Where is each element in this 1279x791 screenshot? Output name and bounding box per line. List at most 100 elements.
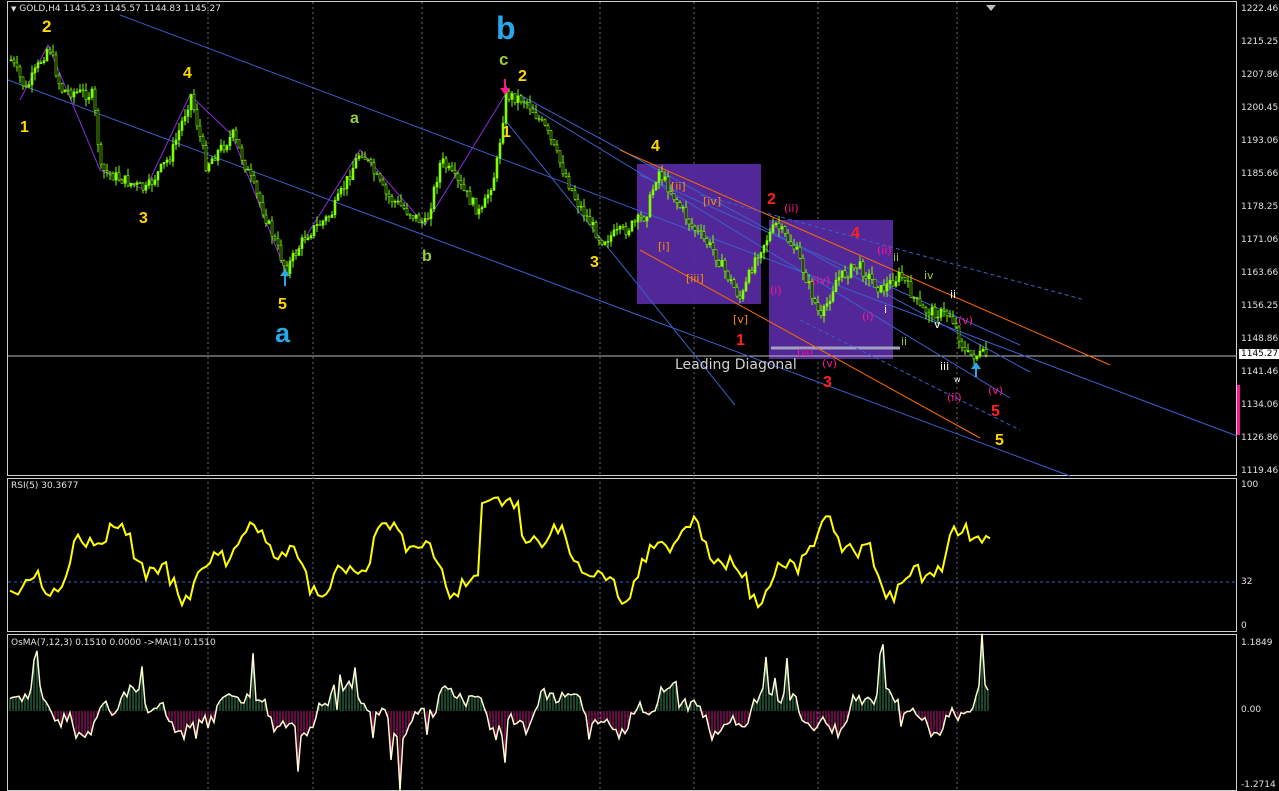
candle-body (183, 116, 187, 122)
candle-body (777, 222, 781, 230)
candle-body (450, 165, 454, 171)
triangle-down-icon[interactable]: ▼ (11, 5, 16, 13)
candle-body (135, 182, 139, 185)
subwave-label: (i) (770, 284, 782, 297)
candle-body (720, 259, 724, 267)
candle-body (75, 91, 79, 94)
candle-body (483, 197, 487, 208)
candle-body (708, 242, 712, 245)
candle-body (120, 179, 124, 184)
rsi-tick: 32 (1241, 577, 1253, 587)
candle-body (747, 270, 751, 283)
wave-label-b-small: b (422, 248, 432, 265)
candle-body (411, 215, 415, 219)
subwave-label: [iii] (686, 272, 704, 285)
candle-body (870, 273, 874, 280)
candle-body (408, 213, 412, 217)
candle-body (459, 180, 463, 185)
candle-body (702, 231, 706, 239)
candle-body (771, 224, 775, 233)
candle-body (666, 176, 670, 193)
candle-body (102, 163, 106, 171)
candle-body (399, 200, 403, 207)
candle-body (801, 257, 805, 273)
candle-body (342, 188, 346, 190)
candle-body (258, 192, 262, 203)
candle-body (933, 306, 937, 319)
candle-body (537, 118, 541, 120)
candle-body (252, 175, 256, 183)
candle-body (540, 118, 544, 121)
candle-body (816, 302, 820, 312)
price-tick: 1185.66 (1241, 169, 1279, 179)
candle-body (852, 264, 856, 269)
candle-body (843, 270, 847, 278)
candle-body (156, 171, 160, 181)
candle-body (522, 101, 526, 104)
candle-body (300, 237, 304, 249)
candle-body (225, 145, 229, 151)
price-tick: 1134.06 (1241, 400, 1279, 410)
candle-body (498, 142, 502, 159)
osma-tick: -1.2714 (1241, 780, 1276, 790)
subwave-label: [iv] (703, 195, 722, 208)
wave-label-r5: 5 (991, 403, 1000, 420)
candle-body (630, 220, 634, 232)
candle-body (264, 214, 268, 224)
candle-body (321, 220, 325, 226)
wave-label-a-small: a (350, 110, 359, 127)
candle-body (9, 59, 13, 62)
candle-body (216, 150, 220, 161)
rsi-tick: 100 (1241, 480, 1259, 490)
subwave-label: [v] (733, 313, 749, 326)
candle-body (525, 101, 529, 104)
candle-body (834, 279, 838, 292)
candle-body (945, 310, 949, 317)
candle-body (618, 226, 622, 230)
candle-body (267, 220, 271, 224)
candle-body (471, 197, 475, 205)
candle-body (672, 193, 676, 201)
candle-body (951, 316, 955, 324)
candle-body (864, 275, 868, 279)
candle-body (219, 144, 223, 151)
candle-body (213, 158, 217, 161)
candle-body (789, 241, 793, 246)
subwave-label: iv (924, 269, 934, 282)
candle-body (168, 159, 172, 162)
candle-body (246, 168, 250, 171)
candle-body (372, 162, 376, 175)
candle-body (159, 163, 163, 172)
wave-label-4: 4 (183, 65, 192, 82)
candle-body (756, 257, 760, 260)
candle-body (63, 89, 67, 93)
candle-body (291, 252, 295, 262)
candle-body (600, 239, 604, 245)
candle-body (804, 272, 808, 283)
candle-body (405, 208, 409, 215)
candle-body (570, 188, 574, 191)
candle-body (18, 66, 22, 78)
candle-body (84, 90, 88, 100)
candle-body (915, 297, 919, 299)
candle-body (732, 279, 736, 288)
candle-body (957, 326, 961, 342)
candle-body (573, 190, 577, 200)
candle-body (381, 179, 385, 186)
candle-body (735, 287, 739, 297)
candle-body (561, 162, 565, 175)
osma-tick: 1.1849 (1241, 638, 1273, 648)
candle-body (21, 76, 25, 87)
candle-body (513, 93, 517, 103)
candle-body (639, 214, 643, 218)
price-tick: 1126.86 (1241, 433, 1279, 443)
candle-body (162, 162, 166, 165)
candle-body (867, 273, 871, 279)
candle-body (222, 144, 226, 151)
candle-body (105, 170, 109, 173)
candle-body (819, 310, 823, 316)
subwave-label: (iv) (812, 274, 831, 287)
candle-body (138, 182, 142, 185)
candle-body (273, 236, 277, 240)
candle-body (531, 108, 535, 114)
